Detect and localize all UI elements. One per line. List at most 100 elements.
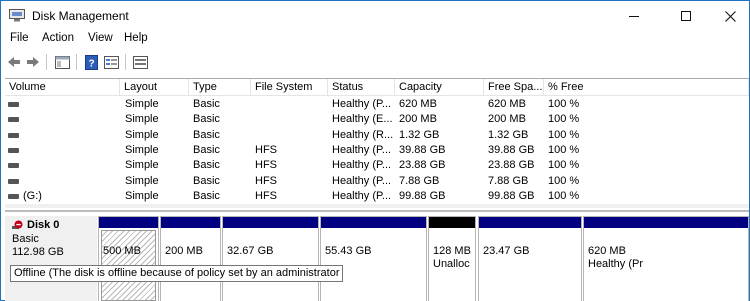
properties-icon: [103, 55, 119, 69]
partition-4[interactable]: 55.43 GB: [320, 216, 427, 301]
table-cell: 1.32 GB: [488, 128, 529, 141]
forward-button[interactable]: [24, 53, 42, 71]
partition-2[interactable]: 200 MB: [160, 216, 221, 301]
table-cell: 23.88 GB: [399, 159, 446, 172]
help-button[interactable]: ?: [82, 53, 100, 71]
table-cell: Basic: [193, 143, 220, 156]
partition-text: 32.67 GB: [227, 245, 273, 258]
partition-text: 128 MB Unalloc: [433, 245, 471, 271]
menu-help[interactable]: Help: [124, 32, 148, 44]
column-header-status[interactable]: Status: [328, 79, 395, 96]
table-cell: Healthy (P...: [332, 143, 392, 156]
disk-size: 112.98 GB: [12, 246, 64, 258]
table-cell: Simple: [125, 128, 159, 141]
partition-color-bar: [99, 217, 158, 228]
partition-text: 500 MB: [103, 245, 141, 258]
volume-drive-icon: [8, 117, 19, 123]
column-header-percent-free[interactable]: % Free: [544, 79, 749, 96]
disk-type: Basic: [12, 233, 39, 245]
table-row[interactable]: (G:) Simple Basic HFS Healthy (P... 99.88 GB 9…: [5, 189, 749, 204]
column-header-capacity[interactable]: Capacity: [395, 79, 484, 96]
volume-drive-icon: [8, 102, 19, 107]
console-tree-icon: [54, 55, 70, 69]
partition-7[interactable]: 620 MB Healthy (Pr: [583, 216, 749, 301]
disk-0-label[interactable]: Disk 0 Basic 112.98 GB: [5, 216, 97, 301]
table-cell: Healthy (E...: [332, 113, 393, 126]
window-title: Disk Management: [32, 9, 129, 23]
menu-action[interactable]: Action: [42, 32, 74, 44]
table-row[interactable]: Simple Basic Healthy (E... 200 MB 200 MB 100 …: [5, 112, 749, 127]
volume-list-header: Volume Layout Type File System Status Ca…: [5, 79, 749, 96]
table-cell: HFS: [255, 174, 277, 187]
back-arrow-icon: [8, 57, 20, 67]
partition-color-bar: [429, 217, 475, 228]
column-header-file-system[interactable]: File System: [251, 79, 328, 96]
minimize-button[interactable]: [611, 1, 657, 31]
disk-management-window: Disk Management File Action View Help ?: [0, 0, 750, 301]
partition-size: 32.67 GB: [227, 245, 274, 257]
table-cell: 23.88 GB: [488, 159, 535, 172]
table-cell: Healthy (P...: [332, 98, 392, 110]
volume-list-scrollbar[interactable]: [5, 204, 749, 208]
partition-size: 128 MB: [433, 245, 471, 257]
svg-text:?: ?: [88, 58, 94, 69]
partition-color-bar: [584, 217, 748, 228]
table-cell: 100 %: [548, 159, 580, 172]
table-cell: 620 MB: [399, 98, 437, 110]
partition-5[interactable]: 128 MB Unalloc: [428, 216, 476, 301]
maximize-button[interactable]: [663, 1, 709, 31]
table-cell: Healthy (R...: [332, 128, 394, 141]
table-cell: Simple: [125, 189, 159, 202]
column-header-volume[interactable]: Volume: [5, 79, 120, 96]
table-row[interactable]: Simple Basic HFS Healthy (P... 23.88 GB 23.88…: [5, 158, 749, 173]
table-cell: 620 MB: [488, 98, 526, 110]
column-header-layout[interactable]: Layout: [120, 79, 189, 96]
disk-management-app-icon: [9, 9, 25, 22]
table-cell: Basic: [193, 189, 220, 202]
back-button[interactable]: [5, 53, 23, 71]
table-cell: Simple: [125, 143, 159, 156]
partition-color-bar: [321, 217, 426, 228]
table-cell: 100 %: [548, 143, 580, 156]
title-bar: Disk Management: [1, 1, 749, 31]
partition-color-bar: [161, 217, 220, 228]
table-cell: Basic: [193, 174, 220, 187]
table-cell: Basic: [193, 128, 220, 141]
menu-bar: File Action View Help: [1, 29, 749, 49]
partition-6[interactable]: 23.47 GB: [478, 216, 582, 301]
partition-3[interactable]: 32.67 GB: [222, 216, 319, 301]
menu-view[interactable]: View: [88, 32, 113, 44]
show-hide-console-tree-button[interactable]: [53, 53, 71, 71]
volume-drive-icon: [8, 193, 19, 199]
table-row[interactable]: Simple Basic HFS Healthy (P... 7.88 GB 7.88 G…: [5, 174, 749, 189]
partition-size: 620 MB: [588, 245, 626, 257]
table-cell: Simple: [125, 159, 159, 172]
table-cell: Basic: [193, 113, 220, 126]
partition-text: 620 MB Healthy (Pr: [588, 245, 643, 271]
partition-text: 23.47 GB: [483, 245, 529, 258]
table-cell: Simple: [125, 98, 159, 110]
table-cell: Basic: [193, 98, 220, 110]
table-row[interactable]: Simple Basic Healthy (R... 1.32 GB 1.32 GB 10…: [5, 128, 749, 143]
disk-list-button[interactable]: [131, 53, 149, 71]
disk-name: Disk 0: [27, 219, 60, 231]
close-button[interactable]: [707, 1, 750, 31]
offline-disk-icon: [12, 220, 23, 229]
menu-file[interactable]: File: [10, 32, 29, 44]
column-header-type[interactable]: Type: [189, 79, 251, 96]
properties-button[interactable]: [102, 53, 120, 71]
volume-drive-icon: [8, 132, 19, 138]
table-cell: 39.88 GB: [399, 143, 446, 156]
table-cell: 100 %: [548, 113, 580, 126]
partition-text: 55.43 GB: [325, 245, 371, 258]
offline-tooltip: Offline (The disk is offline because of …: [10, 265, 344, 282]
volume-drive-icon: [8, 178, 19, 184]
disk-list-icon: [132, 55, 148, 69]
table-cell: 100 %: [548, 128, 580, 141]
table-row[interactable]: Simple Basic HFS Healthy (P... 39.88 GB 39.88…: [5, 143, 749, 158]
partition-1[interactable]: 500 MB: [98, 216, 159, 301]
table-cell: 39.88 GB: [488, 143, 535, 156]
column-header-free-space[interactable]: Free Spa...: [484, 79, 544, 96]
table-row[interactable]: Simple Basic Healthy (P... 620 MB 620 MB 100 …: [5, 97, 749, 112]
partition-size: 200 MB: [165, 245, 203, 257]
